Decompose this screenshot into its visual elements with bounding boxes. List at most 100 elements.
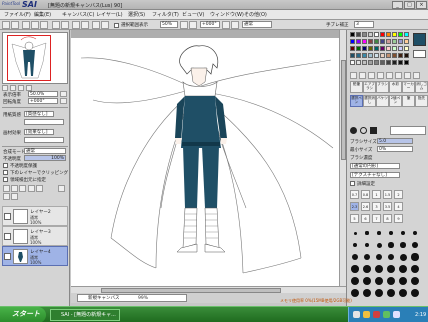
- size-preset-dot[interactable]: [362, 264, 372, 274]
- color-swatch[interactable]: [374, 53, 379, 58]
- color-swatch[interactable]: [380, 60, 385, 65]
- size-preset-dot[interactable]: [374, 240, 384, 250]
- paper-strength[interactable]: [24, 119, 64, 125]
- move-tool-icon[interactable]: [377, 72, 384, 79]
- angle-field[interactable]: +000°: [28, 98, 58, 104]
- secondary-color[interactable]: [413, 50, 426, 58]
- color-swatch[interactable]: [392, 32, 397, 37]
- color-swatch[interactable]: [392, 53, 397, 58]
- vertical-scrollbar[interactable]: [339, 30, 346, 286]
- start-button[interactable]: スタート: [0, 307, 46, 322]
- size-preset[interactable]: 1.5: [383, 190, 392, 199]
- transfer-down-button[interactable]: [28, 185, 35, 192]
- size-preset[interactable]: 3: [372, 202, 381, 211]
- color-swatch[interactable]: [392, 39, 397, 44]
- horizontal-scrollbar[interactable]: [71, 286, 346, 293]
- size-preset-dot[interactable]: [386, 288, 396, 298]
- color-swatch[interactable]: [356, 46, 361, 51]
- size-preset[interactable]: 6: [361, 214, 370, 223]
- zoom-reset-button[interactable]: [180, 21, 188, 29]
- color-swatch[interactable]: [362, 53, 367, 58]
- size-preset-dot[interactable]: [374, 264, 384, 274]
- color-swatch[interactable]: [350, 53, 355, 58]
- size-preset[interactable]: 9: [394, 214, 403, 223]
- size-preset-dot[interactable]: [386, 276, 396, 286]
- color-swatch[interactable]: [404, 60, 409, 65]
- paper-select[interactable]: [質感なし]: [24, 111, 54, 117]
- color-swatch[interactable]: [380, 53, 385, 58]
- size-preset-dot[interactable]: [398, 240, 408, 250]
- canvas[interactable]: [71, 38, 339, 286]
- color-swatch[interactable]: [362, 46, 367, 51]
- update-icon[interactable]: [383, 311, 390, 318]
- color-swatch[interactable]: [350, 39, 355, 44]
- color-swatch[interactable]: [380, 32, 385, 37]
- size-preset-dot[interactable]: [398, 252, 408, 262]
- size-preset-dot[interactable]: [374, 228, 384, 238]
- size-preset-dot[interactable]: [398, 288, 408, 298]
- close-button[interactable]: ×: [416, 1, 427, 9]
- size-preset-dot[interactable]: [350, 264, 360, 274]
- color-swatch[interactable]: [374, 39, 379, 44]
- size-preset-dot[interactable]: [374, 252, 384, 262]
- network-icon[interactable]: [363, 311, 370, 318]
- color-swatch[interactable]: [368, 53, 373, 58]
- size-preset-dot[interactable]: [386, 252, 396, 262]
- size-preset-dot[interactable]: [350, 240, 360, 250]
- blend-mode-select[interactable]: 通常: [24, 148, 66, 154]
- hand-button[interactable]: [61, 21, 69, 29]
- lasso-tool-icon[interactable]: [359, 72, 366, 79]
- size-preset-dot[interactable]: [398, 276, 408, 286]
- color-swatch[interactable]: [404, 46, 409, 51]
- tool-button[interactable]: ブラシ: [376, 81, 389, 93]
- navigator[interactable]: [2, 32, 68, 84]
- invert-selection-button[interactable]: [31, 21, 39, 29]
- color-swatch[interactable]: [362, 32, 367, 37]
- texture-select[interactable]: [テクスチャなし]: [350, 172, 400, 178]
- ime-icon[interactable]: [393, 311, 400, 318]
- brush-edge-select[interactable]: [390, 126, 426, 135]
- new-layer-button[interactable]: [3, 185, 10, 192]
- new-linework-button[interactable]: [11, 185, 18, 192]
- size-preset-dot[interactable]: [350, 288, 360, 298]
- grid-button[interactable]: [52, 21, 60, 29]
- zoom-out-small-button[interactable]: [189, 21, 197, 29]
- size-preset-dot[interactable]: [350, 252, 360, 262]
- deselect-button[interactable]: [22, 21, 30, 29]
- color-swatch[interactable]: [356, 32, 361, 37]
- primary-color[interactable]: [413, 33, 426, 46]
- color-swatch[interactable]: [392, 60, 397, 65]
- size-preset[interactable]: 5: [350, 214, 359, 223]
- color-swatch[interactable]: [368, 60, 373, 65]
- size-preset-dot[interactable]: [398, 228, 408, 238]
- delete-layer-button[interactable]: [11, 193, 18, 200]
- size-preset-dot[interactable]: [350, 228, 360, 238]
- tool-button[interactable]: 選択ペン: [350, 95, 363, 107]
- merge-down-button[interactable]: [36, 185, 43, 192]
- selection-visible-checkbox[interactable]: [114, 23, 119, 28]
- round-tip-icon[interactable]: [350, 127, 357, 134]
- size-preset-dot[interactable]: [410, 252, 420, 262]
- size-preset-dot[interactable]: [362, 288, 372, 298]
- size-preset[interactable]: 2: [394, 190, 403, 199]
- effect-strength[interactable]: [24, 137, 64, 143]
- new-folder-button[interactable]: [19, 185, 26, 192]
- canvas-area[interactable]: [71, 30, 346, 286]
- size-preset-dot[interactable]: [398, 264, 408, 274]
- navigator-view-frame[interactable]: [7, 35, 51, 81]
- tool-button[interactable]: エアブラシ: [363, 81, 376, 93]
- rotate-tool-icon[interactable]: [395, 72, 402, 79]
- size-preset[interactable]: 2.3: [350, 202, 359, 211]
- menu-edit[interactable]: 編集(E): [34, 11, 51, 18]
- tool-button[interactable]: 鉛筆: [350, 81, 363, 93]
- color-swatch[interactable]: [404, 53, 409, 58]
- detail-settings-checkbox[interactable]: [350, 181, 355, 186]
- size-preset-dot[interactable]: [362, 276, 372, 286]
- color-swatch[interactable]: [404, 39, 409, 44]
- transform-button[interactable]: [40, 21, 48, 29]
- menu-layer[interactable]: レイヤー(L): [96, 11, 123, 18]
- color-swatch[interactable]: [386, 60, 391, 65]
- opacity-slider[interactable]: 100%: [24, 155, 66, 161]
- hand-tool-icon[interactable]: [404, 72, 411, 79]
- size-preset[interactable]: 3.5: [383, 202, 392, 211]
